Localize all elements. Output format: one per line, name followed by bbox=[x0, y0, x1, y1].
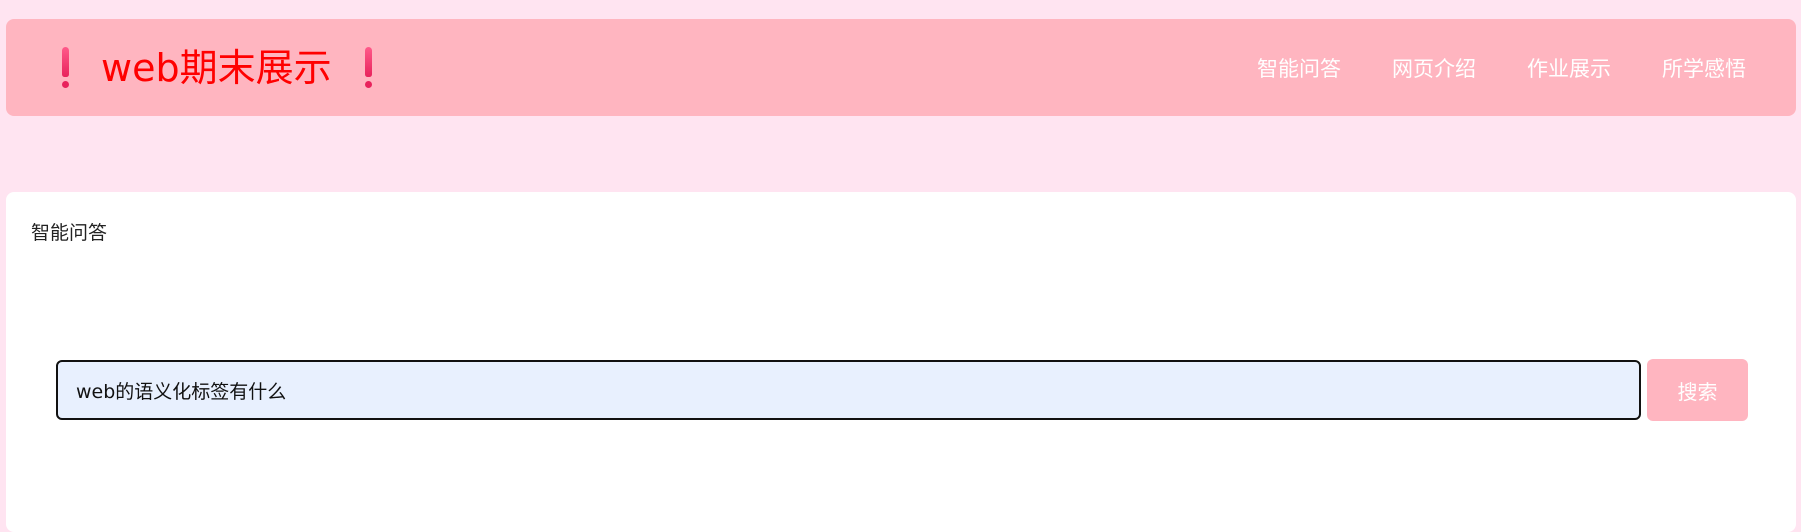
search-button[interactable]: 搜索 bbox=[1647, 359, 1748, 421]
site-header: web期末展示 智能问答 网页介绍 作业展示 所学感悟 bbox=[6, 19, 1796, 116]
nav-item-smart-qa[interactable]: 智能问答 bbox=[1257, 53, 1341, 83]
qa-panel: 智能问答 搜索 bbox=[6, 192, 1796, 532]
search-input[interactable] bbox=[56, 360, 1641, 420]
nav-item-reflections[interactable]: 所学感悟 bbox=[1662, 53, 1746, 83]
site-title: web期末展示 bbox=[101, 45, 332, 90]
brand: web期末展示 bbox=[62, 19, 372, 116]
main-nav: 智能问答 网页介绍 作业展示 所学感悟 bbox=[1257, 19, 1746, 116]
nav-item-page-intro[interactable]: 网页介绍 bbox=[1392, 53, 1476, 83]
exclamation-icon bbox=[62, 46, 69, 89]
exclamation-icon bbox=[364, 46, 372, 89]
panel-title: 智能问答 bbox=[31, 222, 108, 244]
nav-item-homework[interactable]: 作业展示 bbox=[1527, 53, 1611, 83]
